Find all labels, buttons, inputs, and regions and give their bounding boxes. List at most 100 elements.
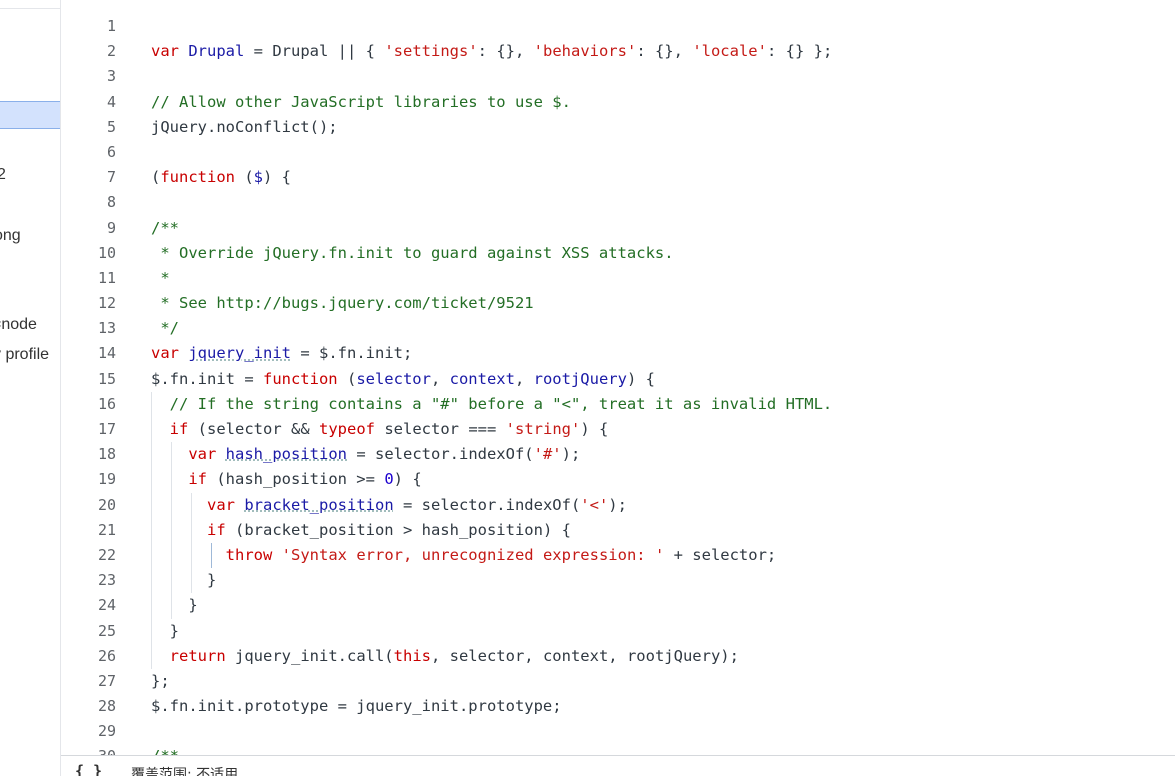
code-line[interactable]: 20 var bracket_position = selector.index…	[61, 492, 1175, 518]
code-line[interactable]: 1	[61, 14, 1175, 39]
code-line[interactable]: 16 // If the string contains a "#" befor…	[61, 391, 1175, 417]
request-list-item-label: ong	[0, 227, 21, 244]
request-list-item-label: y profile	[0, 346, 50, 363]
code-lines[interactable]: 1 2 var Drupal = Drupal || { 'settings': {…	[61, 14, 1175, 755]
code-line[interactable]: 4 // Allow other JavaScript libraries to …	[61, 90, 1175, 115]
line-source[interactable]: $.fn.init.prototype = jquery_init.protot…	[151, 694, 562, 719]
code-line[interactable]: 11 *	[61, 266, 1175, 291]
line-source[interactable]: *	[151, 266, 169, 291]
line-number[interactable]: 23	[61, 568, 116, 593]
code-line[interactable]: 13 */	[61, 316, 1175, 341]
line-number[interactable]: 15	[61, 367, 116, 392]
request-list-selected-row[interactable]	[0, 101, 60, 129]
line-source[interactable]: * See http://bugs.jquery.com/ticket/9521	[151, 291, 533, 316]
code-line[interactable]: 17 if (selector && typeof selector === '…	[61, 417, 1175, 443]
divider	[0, 8, 60, 9]
pretty-print-button[interactable]: { }	[75, 762, 102, 776]
code-line[interactable]: 23 }	[61, 568, 1175, 594]
devtools-sources-panel: 2 ong =node y profile 12var Drupal = Dru…	[0, 0, 1175, 776]
line-source[interactable]: throw 'Syntax error, unrecognized expres…	[151, 543, 777, 568]
line-source[interactable]: var Drupal = Drupal || { 'settings': {},…	[151, 39, 832, 64]
line-number[interactable]: 30	[61, 744, 116, 755]
line-number[interactable]: 6	[61, 140, 116, 165]
request-list-item[interactable]: =node	[0, 316, 60, 334]
code-line[interactable]: 8	[61, 190, 1175, 215]
line-number[interactable]: 4	[61, 90, 116, 115]
line-source[interactable]: * Override jQuery.fn.init to guard again…	[151, 241, 673, 266]
code-line[interactable]: 6	[61, 140, 1175, 165]
line-number[interactable]: 13	[61, 316, 116, 341]
request-list-item-label: =node	[0, 316, 37, 333]
line-number[interactable]: 20	[61, 493, 116, 518]
line-number[interactable]: 21	[61, 518, 116, 543]
line-number[interactable]: 7	[61, 165, 116, 190]
code-line[interactable]: 25 }	[61, 618, 1175, 644]
code-line[interactable]: 14 var jquery_init = $.fn.init;	[61, 341, 1175, 366]
line-number[interactable]: 3	[61, 64, 116, 89]
line-source[interactable]: // If the string contains a "#" before a…	[151, 392, 833, 417]
line-number[interactable]: 18	[61, 442, 116, 467]
line-number[interactable]: 25	[61, 619, 116, 644]
code-line[interactable]: 19 if (hash_position >= 0) {	[61, 467, 1175, 493]
line-number[interactable]: 19	[61, 467, 116, 492]
line-number[interactable]: 28	[61, 694, 116, 719]
line-number[interactable]: 29	[61, 719, 116, 744]
line-number[interactable]: 24	[61, 593, 116, 618]
line-number[interactable]: 26	[61, 644, 116, 669]
line-source[interactable]: var hash_position = selector.indexOf('#'…	[151, 442, 580, 467]
request-list-item[interactable]: y profile	[0, 346, 60, 364]
line-source[interactable]: return jquery_init.call(this, selector, …	[151, 644, 739, 669]
code-line[interactable]: 28 $.fn.init.prototype = jquery_init.prot…	[61, 694, 1175, 719]
code-editor[interactable]: 1 2 var Drupal = Drupal || { 'settings': {…	[61, 0, 1175, 755]
line-source[interactable]: }	[151, 619, 179, 644]
line-source[interactable]: (function ($) {	[151, 165, 291, 190]
code-line[interactable]: 15 $.fn.init = function (selector, contex…	[61, 367, 1175, 392]
request-list-item[interactable]: 2	[0, 166, 60, 184]
line-number[interactable]: 1	[61, 14, 116, 39]
code-line[interactable]: 12 * See http://bugs.jquery.com/ticket/9…	[61, 291, 1175, 316]
line-source[interactable]: if (selector && typeof selector === 'str…	[151, 417, 609, 442]
line-source[interactable]: if (bracket_position > hash_position) {	[151, 518, 571, 543]
line-source[interactable]: jQuery.noConflict();	[151, 115, 338, 140]
coverage-status: 覆盖范围: 不适用	[131, 767, 239, 776]
code-line[interactable]: 10 * Override jQuery.fn.init to guard ag…	[61, 241, 1175, 266]
line-number[interactable]: 10	[61, 241, 116, 266]
line-number[interactable]: 22	[61, 543, 116, 568]
line-number[interactable]: 17	[61, 417, 116, 442]
code-line[interactable]: 18 var hash_position = selector.indexOf(…	[61, 442, 1175, 468]
code-line[interactable]: 24 }	[61, 593, 1175, 619]
line-source[interactable]: $.fn.init = function (selector, context,…	[151, 367, 655, 392]
line-number[interactable]: 2	[61, 39, 116, 64]
line-source[interactable]: /**	[151, 744, 179, 755]
code-line[interactable]: 22 throw 'Syntax error, unrecognized exp…	[61, 542, 1175, 569]
code-line[interactable]: 26 return jquery_init.call(this, selecto…	[61, 643, 1175, 669]
line-source[interactable]: */	[151, 316, 179, 341]
code-line[interactable]: 2 var Drupal = Drupal || { 'settings': {}…	[61, 39, 1175, 64]
line-source[interactable]: }	[151, 568, 216, 593]
code-line[interactable]: 3	[61, 64, 1175, 89]
request-list-item[interactable]: ong	[0, 227, 60, 245]
line-source[interactable]: if (hash_position >= 0) {	[151, 467, 421, 492]
line-source[interactable]: /**	[151, 216, 179, 241]
line-number[interactable]: 11	[61, 266, 116, 291]
line-number[interactable]: 5	[61, 115, 116, 140]
line-source[interactable]: }	[151, 593, 197, 618]
line-number[interactable]: 12	[61, 291, 116, 316]
editor-status-bar: { } 覆盖范围: 不适用	[61, 755, 1175, 776]
code-line[interactable]: 5 jQuery.noConflict();	[61, 115, 1175, 140]
line-number[interactable]: 14	[61, 341, 116, 366]
code-line[interactable]: 7 (function ($) {	[61, 165, 1175, 190]
line-source[interactable]: };	[151, 669, 170, 694]
line-source[interactable]: var jquery_init = $.fn.init;	[151, 341, 412, 366]
line-source[interactable]: var bracket_position = selector.indexOf(…	[151, 493, 627, 518]
code-line[interactable]: 29	[61, 719, 1175, 744]
code-line[interactable]: 27};	[61, 669, 1175, 694]
line-number[interactable]: 27	[61, 669, 116, 694]
line-number[interactable]: 9	[61, 216, 116, 241]
line-number[interactable]: 16	[61, 392, 116, 417]
line-number[interactable]: 8	[61, 190, 116, 215]
code-line[interactable]: 21 if (bracket_position > hash_position)…	[61, 517, 1175, 543]
line-source[interactable]: // Allow other JavaScript libraries to u…	[151, 90, 571, 115]
code-line[interactable]: 9 /**	[61, 216, 1175, 241]
code-line[interactable]: 30 /**	[61, 744, 1175, 755]
